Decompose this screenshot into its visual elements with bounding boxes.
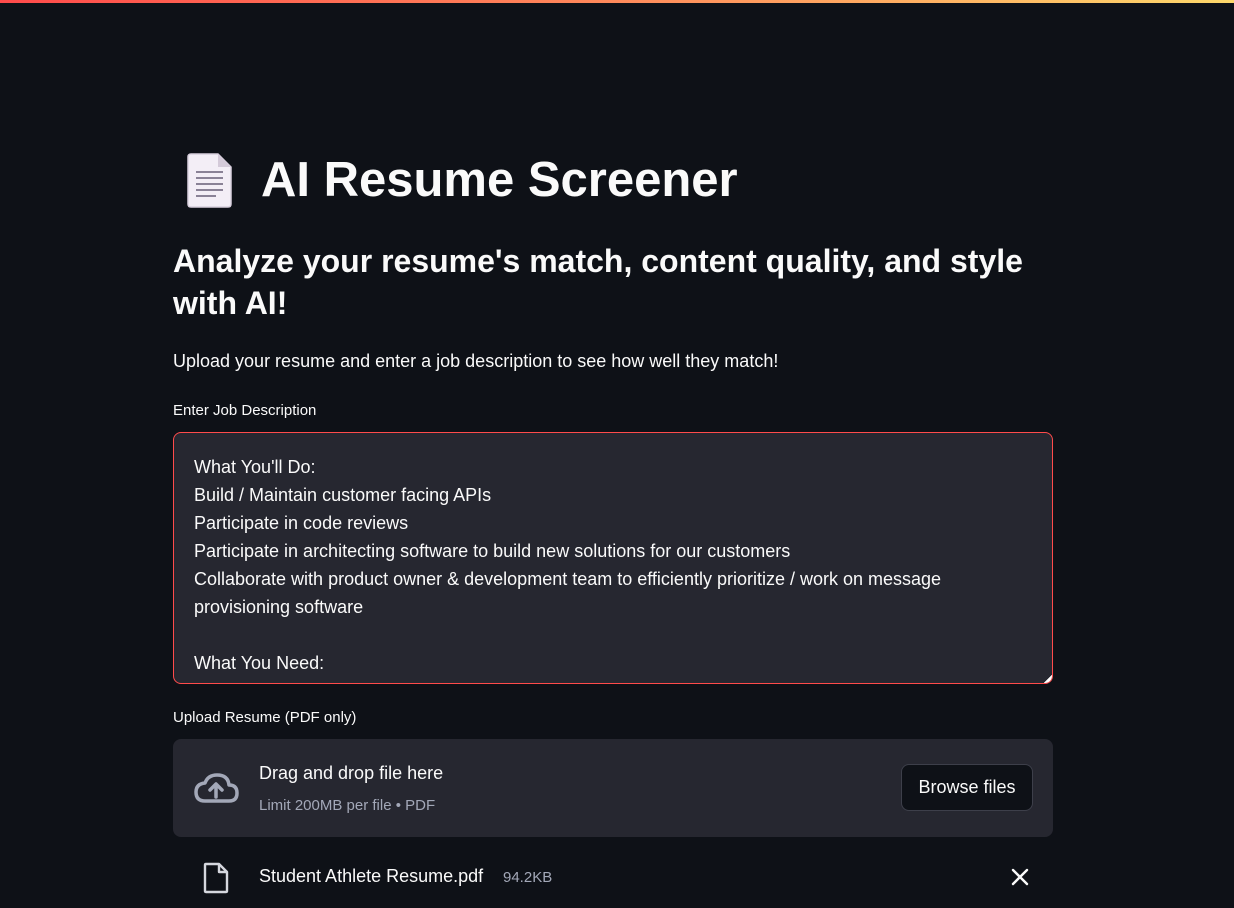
uploaded-file-size: 94.2KB <box>503 869 553 886</box>
cloud-upload-icon <box>192 771 240 805</box>
top-accent-bar <box>0 0 1234 3</box>
uploaded-file-name: Student Athlete Resume.pdf <box>259 866 484 886</box>
job-description-label: Enter Job Description <box>173 402 317 419</box>
browse-files-button[interactable]: Browse files <box>901 764 1033 811</box>
document-icon <box>185 151 235 209</box>
page-title: AI Resume Screener <box>261 153 738 207</box>
dropzone-limit: Limit 200MB per file • PDF <box>259 797 436 814</box>
intro-text: Upload your resume and enter a job descr… <box>173 351 779 371</box>
dropzone-title: Drag and drop file here <box>259 763 444 783</box>
job-description-textarea[interactable]: What You'll Do: Build / Maintain custome… <box>173 432 1053 684</box>
job-description-text[interactable]: What You'll Do: Build / Maintain custome… <box>194 453 1012 677</box>
page-subtitle: Analyze your resume's match, content qua… <box>173 243 1023 321</box>
file-dropzone[interactable]: Drag and drop file here Limit 200MB per … <box>173 739 1053 837</box>
title-row: AI Resume Screener <box>185 148 738 212</box>
resize-handle[interactable] <box>1044 675 1052 683</box>
uploaded-file-row: Student Athlete Resume.pdf 94.2KB <box>173 856 1053 898</box>
close-icon[interactable] <box>1009 866 1031 888</box>
file-icon <box>203 862 229 894</box>
upload-resume-label: Upload Resume (PDF only) <box>173 709 357 726</box>
